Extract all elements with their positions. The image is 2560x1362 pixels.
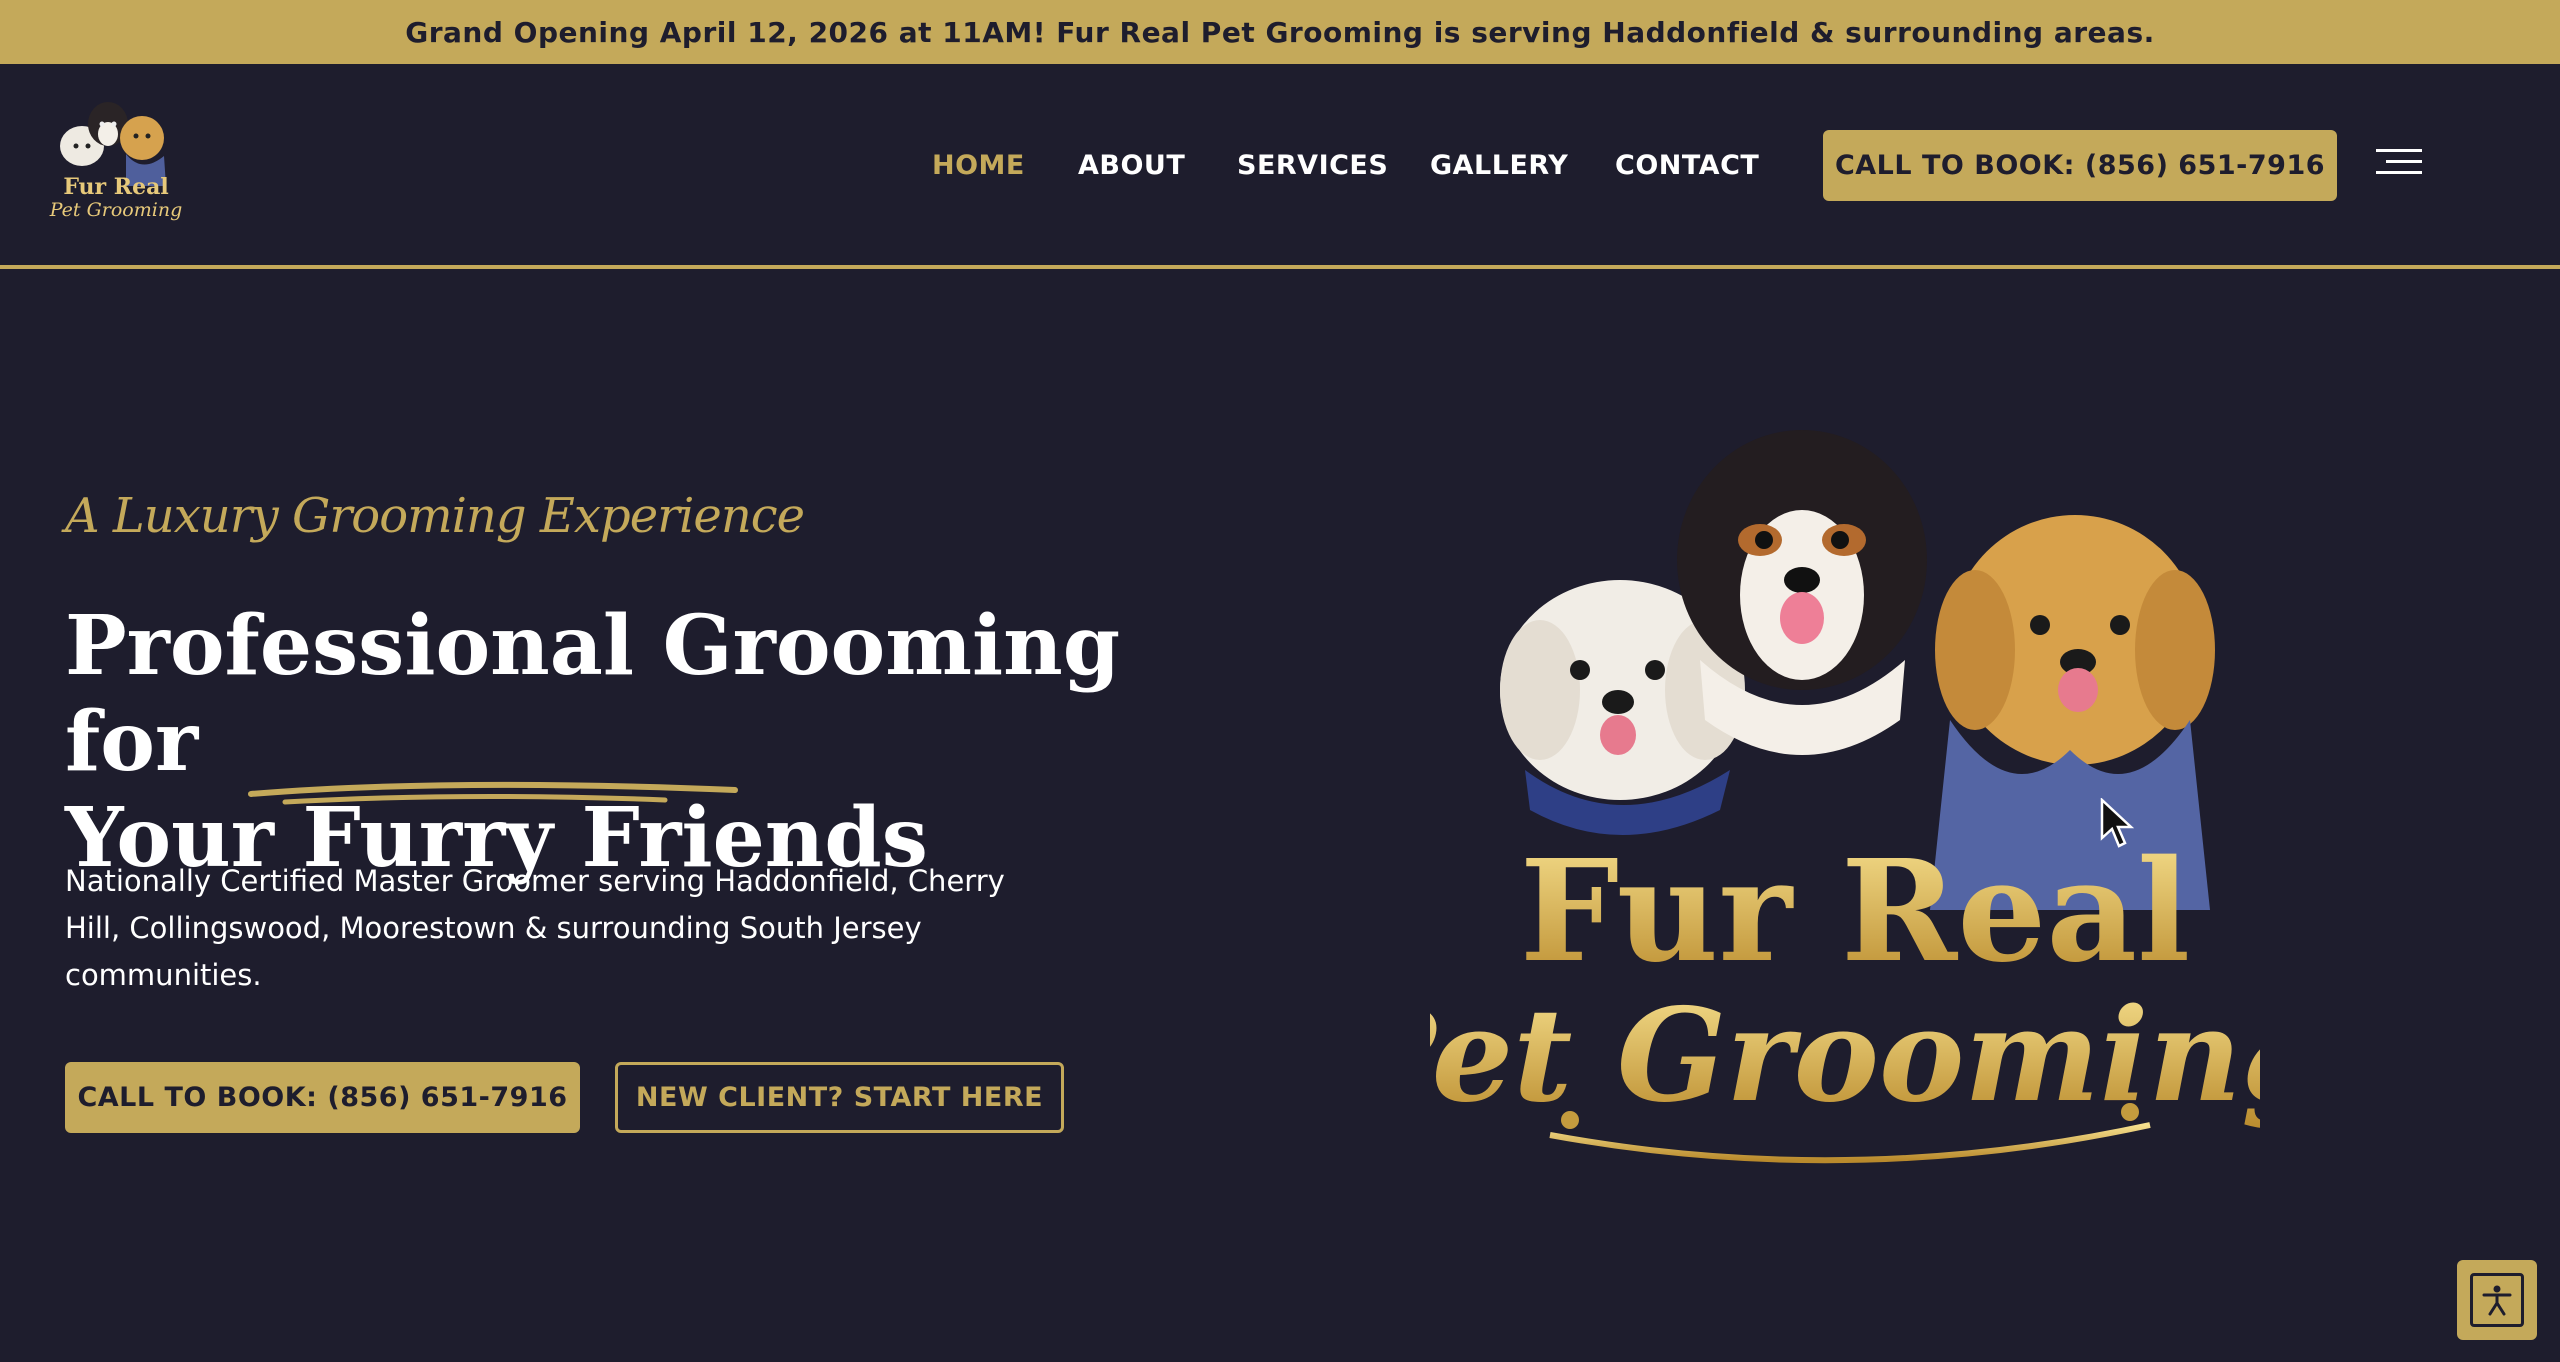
hero-brand-logo: Fur Real Pet Grooming (1336, 390, 2331, 1180)
nav-contact[interactable]: CONTACT (1615, 150, 1759, 181)
headline-underline-swash (248, 781, 738, 805)
nav-about[interactable]: ABOUT (1078, 150, 1185, 181)
mouse-cursor-icon (2100, 798, 2135, 848)
headline-line1: Professional Grooming for (65, 598, 1121, 790)
header-call-button[interactable]: CALL TO BOOK: (856) 651-7916 (1823, 130, 2337, 201)
accessibility-icon (2470, 1273, 2524, 1327)
hero-description: Nationally Certified Master Groomer serv… (65, 864, 1005, 992)
hero-logo-line1: Fur Real (1520, 830, 2191, 994)
site-logo[interactable]: Fur Real Pet Grooming (46, 94, 186, 228)
nav-services[interactable]: SERVICES (1237, 150, 1388, 181)
hero-tagline: A Luxury Grooming Experience (65, 488, 805, 544)
logo-text-line2: Pet Grooming (49, 199, 182, 221)
site-header: Fur Real Pet Grooming HOME ABOUT SERVICE… (0, 64, 2560, 269)
nav-home[interactable]: HOME (932, 150, 1025, 181)
hamburger-icon[interactable] (2376, 147, 2424, 177)
announcement-bar: Grand Opening April 12, 2026 at 11AM! Fu… (0, 0, 2560, 64)
new-client-button[interactable]: NEW CLIENT? START HERE (615, 1062, 1064, 1133)
accessibility-button[interactable] (2457, 1260, 2537, 1340)
nav-gallery[interactable]: GALLERY (1430, 150, 1568, 181)
logo-text-line1: Fur Real (63, 174, 168, 200)
hero-call-button[interactable]: CALL TO BOOK: (856) 651-7916 (65, 1062, 580, 1133)
announcement-text: Grand Opening April 12, 2026 at 11AM! Fu… (405, 15, 2155, 49)
hero-headline: Professional Grooming for Your Furry Fri… (65, 598, 1165, 886)
